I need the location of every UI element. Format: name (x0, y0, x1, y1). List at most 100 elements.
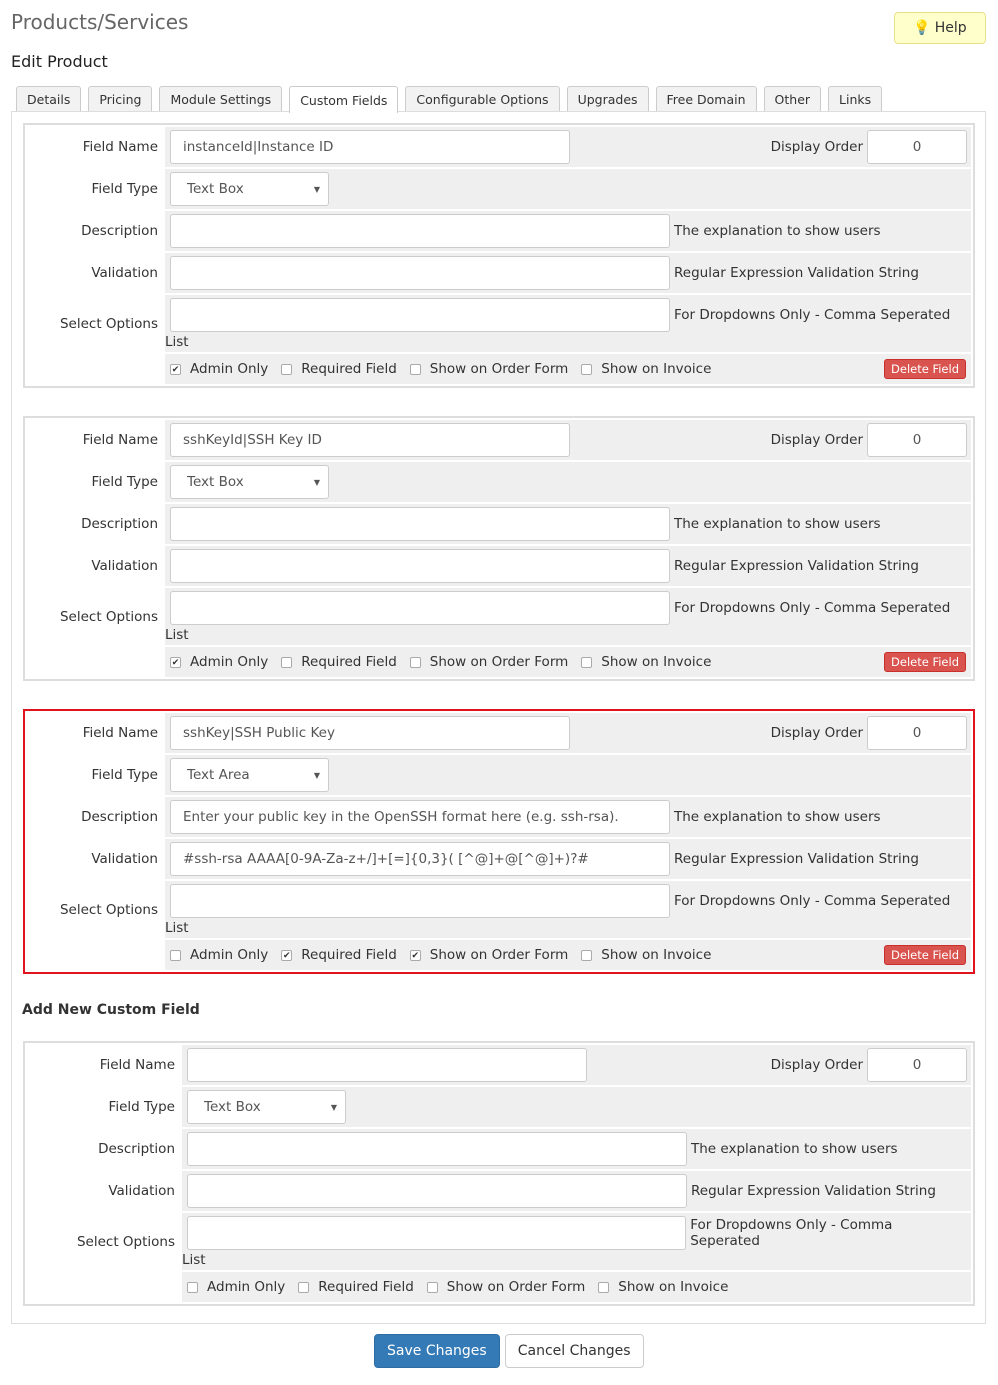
field-cell: ✔ Admin Only Required Field Show on Order F… (165, 647, 971, 677)
required-field-checkbox[interactable]: Required Field (281, 361, 397, 377)
show-on-invoice-checkbox[interactable]: Show on Invoice (598, 1279, 728, 1295)
checkbox-unchecked[interactable] (581, 363, 593, 375)
tab-details[interactable]: Details (16, 86, 82, 112)
checkbox-unchecked[interactable] (409, 363, 421, 375)
checkbox-unchecked[interactable] (409, 656, 421, 668)
checkbox-unchecked[interactable] (281, 656, 293, 668)
field-cell: For Dropdowns Only - Comma Seperated List (165, 881, 971, 938)
required-field-checkbox[interactable]: Required Field (298, 1279, 414, 1295)
checkbox-unchecked[interactable] (581, 656, 593, 668)
field-name-input[interactable]: sshKeyId|SSH Key ID (170, 423, 570, 457)
field-cell: The explanation to show users (182, 1129, 971, 1169)
required-field-label: Required Field (301, 361, 397, 377)
field-row: Description Enter your public key in the … (27, 797, 971, 837)
validation-input[interactable]: #ssh-rsa AAAA[0-9A-Za-z+/]+[=]{0,3}( [^@… (170, 842, 670, 876)
checkbox-unchecked[interactable] (298, 1281, 310, 1293)
show-on-invoice-checkbox[interactable]: Show on Invoice (581, 947, 711, 963)
admin-only-checkbox[interactable]: ✔ Admin Only (170, 654, 268, 670)
cancel-changes-button[interactable]: Cancel Changes (504, 1334, 644, 1368)
description-input[interactable] (187, 1132, 687, 1166)
select-options-input[interactable] (187, 1216, 687, 1250)
display-order-input[interactable]: 0 (867, 716, 967, 750)
field-cell: Text Box ▼ (165, 462, 971, 502)
description-hint: The explanation to show users (691, 1141, 898, 1157)
field-cell: Display Order 0 (182, 1045, 971, 1085)
show-on-order-form-checkbox[interactable]: Show on Order Form (426, 1279, 585, 1295)
show-on-invoice-checkbox[interactable]: Show on Invoice (581, 361, 711, 377)
field-name-input[interactable]: sshKey|SSH Public Key (170, 716, 570, 750)
display-order-input[interactable]: 0 (867, 130, 967, 164)
field-name-label: Field Name (82, 725, 158, 741)
tab-custom-fields[interactable]: Custom Fields (289, 86, 399, 113)
checkbox-checked[interactable]: ✔ (281, 949, 293, 961)
checkbox-unchecked[interactable] (581, 949, 593, 961)
show-on-order-form-checkbox[interactable]: Show on Order Form (409, 361, 568, 377)
required-field-checkbox[interactable]: Required Field (281, 654, 397, 670)
delete-field-button[interactable]: Delete Field (884, 945, 966, 965)
show-on-invoice-label: Show on Invoice (601, 947, 712, 963)
checkbox-checked[interactable]: ✔ (409, 949, 421, 961)
delete-field-button[interactable]: Delete Field (884, 652, 966, 672)
field-cell: Enter your public key in the OpenSSH for… (165, 797, 971, 837)
required-field-label: Required Field (318, 1279, 414, 1295)
checkbox-unchecked[interactable] (187, 1281, 198, 1293)
description-input[interactable] (170, 507, 670, 541)
show-on-order-form-checkbox[interactable]: ✔ Show on Order Form (409, 947, 568, 963)
select-options-input[interactable] (170, 298, 670, 332)
admin-only-checkbox[interactable]: Admin Only (170, 947, 268, 963)
admin-only-checkbox[interactable]: Admin Only (187, 1279, 285, 1295)
field-cell: The explanation to show users (165, 504, 971, 544)
field-type-select[interactable]: Text Box ▼ (187, 1090, 346, 1124)
field-row: Field Name sshKey|SSH Public Key Display O… (27, 713, 971, 753)
chevron-down-icon: ▼ (313, 477, 320, 487)
checkbox-unchecked[interactable] (170, 949, 181, 961)
required-field-checkbox[interactable]: ✔ Required Field (281, 947, 397, 963)
description-input[interactable]: Enter your public key in the OpenSSH for… (170, 800, 670, 834)
field-row: Description The explanation to show users (27, 1129, 971, 1169)
show-on-invoice-checkbox[interactable]: Show on Invoice (581, 654, 711, 670)
checkbox-checked[interactable]: ✔ (170, 656, 181, 668)
help-button[interactable]: 💡 Help (894, 12, 986, 44)
display-order-input[interactable]: 0 (867, 1048, 967, 1082)
chevron-down-icon: ▼ (330, 1102, 337, 1112)
field-name-input[interactable] (187, 1048, 587, 1082)
show-on-order-form-checkbox[interactable]: Show on Order Form (409, 654, 568, 670)
admin-only-checkbox[interactable]: ✔ Admin Only (170, 361, 268, 377)
field-cell: The explanation to show users (165, 211, 971, 251)
field-row: Field Name Display Order 0 (27, 1045, 971, 1085)
checkbox-unchecked[interactable] (281, 363, 293, 375)
show-on-invoice-label: Show on Invoice (618, 1279, 729, 1295)
field-row: Validation Regular Expression Validation … (27, 1171, 971, 1211)
validation-input[interactable] (170, 256, 670, 290)
field-type-select[interactable]: Text Box ▼ (170, 172, 329, 206)
tab-upgrades[interactable]: Upgrades (566, 86, 649, 112)
lightbulb-icon: 💡 (913, 20, 931, 36)
field-row: ✔ Admin Only Required Field Show on Order F… (27, 647, 971, 677)
tab-other[interactable]: Other (763, 86, 822, 112)
validation-input[interactable] (170, 549, 670, 583)
tab-module-settings[interactable]: Module Settings (159, 86, 283, 112)
field-type-value: Text Area (187, 767, 250, 783)
field-row: Admin Only Required Field Show on Order Fo… (27, 1272, 971, 1302)
field-row: Select Options For Dropdowns Only - Comma… (27, 1213, 971, 1270)
field-type-select[interactable]: Text Box ▼ (170, 465, 329, 499)
tab-pricing[interactable]: Pricing (88, 86, 153, 112)
select-options-input[interactable] (170, 591, 670, 625)
description-input[interactable] (170, 214, 670, 248)
checkbox-unchecked[interactable] (426, 1281, 438, 1293)
checkbox-checked[interactable]: ✔ (170, 363, 181, 375)
checkbox-unchecked[interactable] (598, 1281, 610, 1293)
select-options-input[interactable] (170, 884, 670, 918)
admin-only-label: Admin Only (207, 1279, 286, 1295)
display-order-input[interactable]: 0 (867, 423, 967, 457)
tab-free-domain[interactable]: Free Domain (655, 86, 757, 112)
description-hint: The explanation to show users (674, 516, 881, 532)
validation-input[interactable] (187, 1174, 687, 1208)
tab-links[interactable]: Links (828, 86, 883, 112)
field-type-select[interactable]: Text Area ▼ (170, 758, 329, 792)
field-row: Validation Regular Expression Validation … (27, 253, 971, 293)
tab-configurable-options[interactable]: Configurable Options (405, 86, 560, 112)
delete-field-button[interactable]: Delete Field (884, 359, 966, 379)
save-changes-button[interactable]: Save Changes (374, 1334, 500, 1368)
field-name-input[interactable]: instanceId|Instance ID (170, 130, 570, 164)
